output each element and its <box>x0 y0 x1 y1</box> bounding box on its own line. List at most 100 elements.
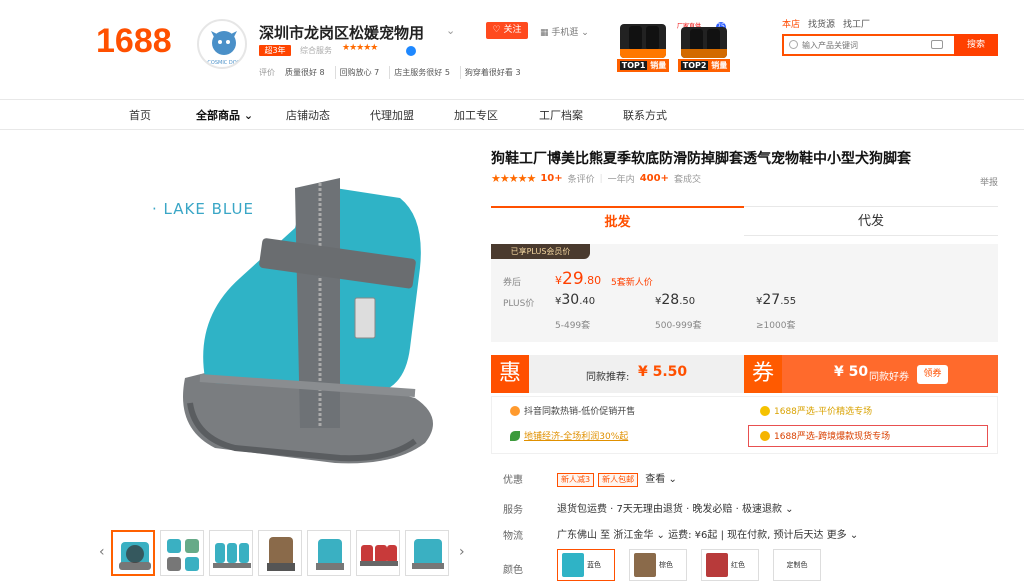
face-icon <box>760 430 770 441</box>
chevron-down-icon[interactable]: ⌄ <box>446 24 455 37</box>
follow-label: 关注 <box>503 25 522 35</box>
eval-label: 评价 <box>259 68 275 77</box>
prev-arrow-icon[interactable]: ‹ <box>99 544 105 560</box>
ad-tag: TOP1 销量 <box>617 59 669 72</box>
quan-icon: 券 <box>744 355 782 393</box>
thumbnail[interactable] <box>258 530 302 576</box>
tier-price: ¥28.50 <box>655 292 696 308</box>
color-option[interactable]: 红色 <box>701 549 759 581</box>
sales-count: 400+ <box>639 173 669 184</box>
shoe-thumb <box>167 539 199 571</box>
camera-icon[interactable] <box>931 40 943 49</box>
plus-badge: 已享PLUS会员价 <box>491 244 590 259</box>
product-main-image[interactable] <box>145 148 485 488</box>
nav-divider <box>0 129 1024 130</box>
overall-service-label: 综合服务 <box>300 46 332 55</box>
thumbnail[interactable] <box>111 530 155 576</box>
logistics-label: 物流 <box>503 531 523 542</box>
eval-chip[interactable]: 店主服务很好 5 <box>389 66 454 79</box>
color-option[interactable]: 棕色 <box>629 549 687 581</box>
top1-ad[interactable]: TOP1 销量 <box>617 24 669 72</box>
search-tab-source[interactable]: 找货源 <box>808 17 835 30</box>
top2-ad[interactable]: TOP2 销量 <box>678 24 730 72</box>
mobile-shop-link[interactable]: ▦ 手机逛 ⌄ <box>540 25 589 38</box>
rating-row: ★★★★★ 10+ 条评价 | 一年内 400+ 套成交 <box>491 172 701 185</box>
eval-chip[interactable]: 回购放心 7 <box>334 66 384 79</box>
tab-wholesale[interactable]: 批发 <box>491 206 744 236</box>
color-option[interactable]: 定制色 <box>773 549 821 581</box>
similar-price: ¥ 5.50 <box>638 364 688 380</box>
nav-processing[interactable]: 加工专区 <box>454 107 498 123</box>
claim-coupon-button[interactable]: 领券 <box>917 365 948 384</box>
search-box <box>782 34 954 56</box>
promo-item[interactable]: 抖音同款热销-低价促销开售 <box>510 404 635 417</box>
color-option[interactable]: 蓝色 <box>557 549 615 581</box>
shoe-thumb <box>360 545 398 566</box>
chevron-down-icon: ⌄ <box>785 504 794 515</box>
shop-nav: 首页 全部商品 ⌄ 店铺动态 代理加盟 加工专区 工厂档案 联系方式 <box>0 99 1024 129</box>
new-user-price[interactable]: 5套新人价 <box>611 275 653 288</box>
service-text[interactable]: 退货包运费 · 7天无理由退货 · 晚发必赔 · 极速退款 ⌄ <box>557 500 794 515</box>
review-label: 条评价 <box>567 175 595 185</box>
report-link[interactable]: 举报 <box>980 175 998 188</box>
color-swatch <box>562 553 584 577</box>
tier-price: ¥27.55 <box>756 292 797 308</box>
search-input[interactable] <box>784 36 924 54</box>
site-logo[interactable]: 1688 <box>96 22 172 61</box>
offer-tag: 新人包邮 <box>598 473 639 487</box>
ad-shoe-image <box>681 27 727 58</box>
sales-label: 套成交 <box>673 175 701 185</box>
thumbnail[interactable] <box>160 530 204 576</box>
ad-tag: TOP2 销量 <box>678 59 730 72</box>
leaf-icon <box>510 430 520 441</box>
promo-item[interactable]: 1688严选-平价精选专场 <box>760 404 872 417</box>
thumbnail[interactable] <box>356 530 400 576</box>
shoe-thumb <box>412 539 444 569</box>
chevron-down-icon: ⌄ <box>243 109 254 122</box>
overall-stars: ★★★★★ <box>342 43 378 53</box>
tab-dropship[interactable]: 代发 <box>744 206 998 236</box>
review-count[interactable]: 10+ <box>540 173 562 184</box>
shoe-thumb <box>316 539 344 570</box>
nav-factory[interactable]: 工厂档案 <box>539 107 583 123</box>
promo-item[interactable]: 地铺经济-全场利润30%起 <box>510 429 628 442</box>
nav-news[interactable]: 店铺动态 <box>286 107 330 123</box>
nav-contact[interactable]: 联系方式 <box>623 107 667 123</box>
eval-chip[interactable]: 质量很好 8 <box>281 66 329 79</box>
logistics-route[interactable]: 广东佛山 至 浙江金华 <box>557 530 653 541</box>
eval-chip[interactable]: 狗穿着很好看 3 <box>459 66 525 79</box>
dog-logo-icon: COSMIC DOG <box>207 31 241 66</box>
next-arrow-icon[interactable]: › <box>459 544 465 560</box>
chevron-down-icon: ⌄ <box>656 530 665 541</box>
flower-icon <box>760 405 770 416</box>
tier-price: ¥30.40 <box>555 292 596 308</box>
logistics-more[interactable]: 更多 ⌄ <box>827 530 859 541</box>
search-icon <box>789 40 798 49</box>
coupon-price-label: 券后 <box>503 278 522 288</box>
nav-all-products[interactable]: 全部商品 ⌄ <box>196 107 253 123</box>
nav-agency[interactable]: 代理加盟 <box>370 107 414 123</box>
thumbnail[interactable] <box>209 530 253 576</box>
search-tab-factory[interactable]: 找工厂 <box>843 17 870 30</box>
offers-more-link[interactable]: 查看 ⌄ <box>645 474 677 485</box>
promo-item[interactable]: 1688严选-跨境爆款现货专场 <box>760 429 890 442</box>
tier-range: 5-499套 <box>555 321 591 331</box>
plus-price-label: PLUS价 <box>503 299 535 309</box>
shop-avatar[interactable]: COSMIC DOG <box>197 19 247 69</box>
thumbnail[interactable] <box>405 530 449 576</box>
search-tab-shop[interactable]: 本店 <box>782 17 800 30</box>
nav-home[interactable]: 首页 <box>129 107 151 123</box>
service-label: 服务 <box>503 505 523 516</box>
eval-row: 评价 质量很好 8 回购放心 7 店主服务很好 5 狗穿着很好看 3 <box>259 66 525 79</box>
mobile-label: 手机逛 <box>551 28 579 38</box>
thumbnail[interactable] <box>307 530 351 576</box>
hui-icon: 惠 <box>491 355 529 393</box>
year-label: 一年内 <box>607 175 635 185</box>
shop-name[interactable]: 深圳市龙岗区松媛宠物用 <box>259 22 424 43</box>
search-button[interactable]: 搜索 <box>954 34 998 56</box>
follow-button[interactable]: ♡ 关注 <box>486 22 528 39</box>
color-swatch <box>634 553 656 577</box>
search-tabs: 本店 找货源 找工厂 <box>782 17 870 30</box>
color-label: 颜色 <box>503 565 523 576</box>
shoe-thumb <box>119 542 151 570</box>
